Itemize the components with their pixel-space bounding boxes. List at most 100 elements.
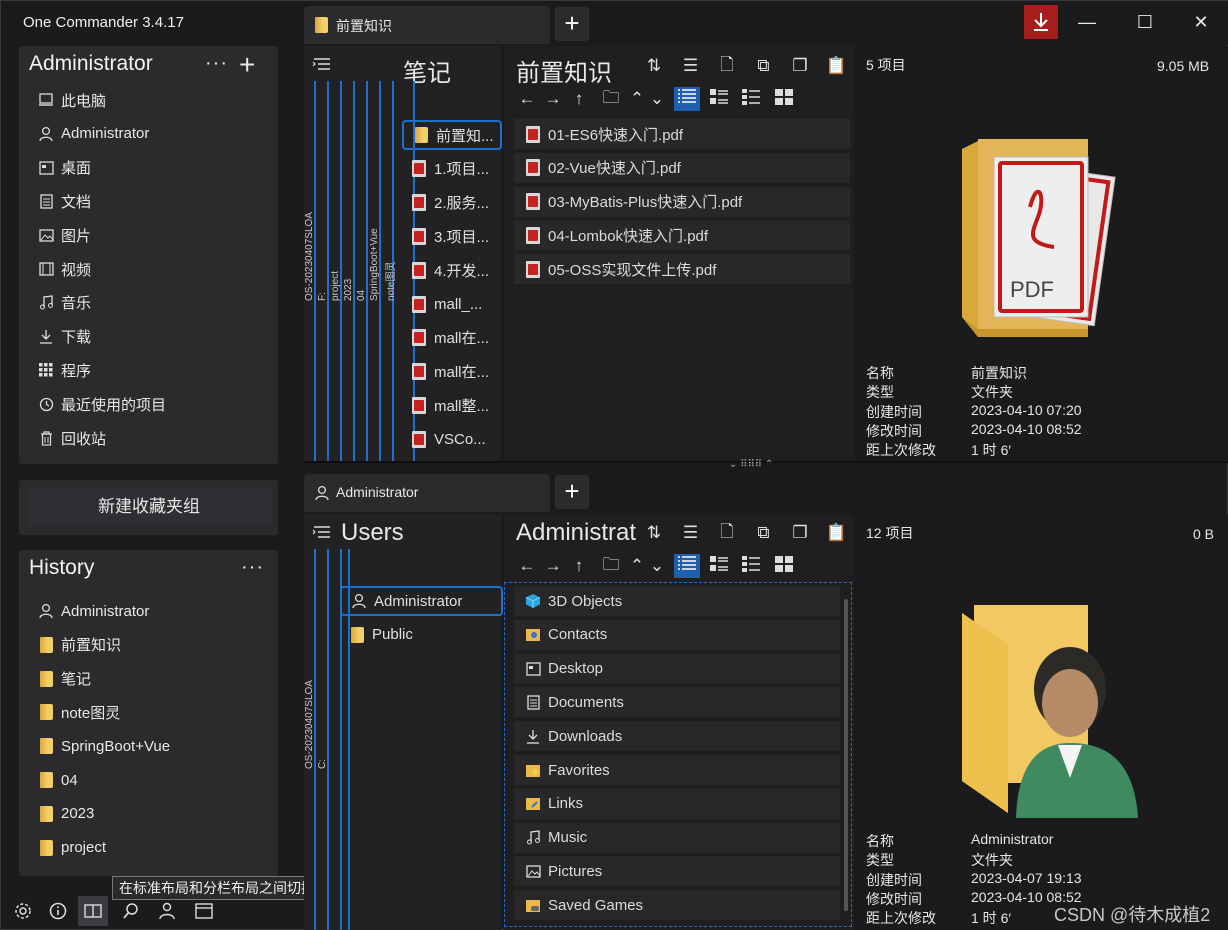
history-item[interactable]: project bbox=[37, 833, 277, 863]
parent-folder-item[interactable]: mall整... bbox=[402, 390, 502, 420]
history-item[interactable]: Administrator bbox=[37, 596, 277, 626]
sort-button[interactable]: ⇅ bbox=[642, 521, 666, 545]
favorite-item[interactable]: Administrator bbox=[37, 119, 277, 149]
history-item[interactable]: 04 bbox=[37, 765, 277, 795]
copy-button[interactable]: ❐ bbox=[788, 54, 812, 78]
parent-folder-item[interactable]: 2.服务... bbox=[402, 188, 502, 218]
back-button[interactable]: ← bbox=[515, 87, 539, 111]
layout-toggle-button[interactable] bbox=[78, 896, 108, 926]
view-details-button[interactable] bbox=[706, 554, 732, 578]
favorite-item[interactable]: 此电脑 bbox=[37, 85, 277, 115]
view-icons-button[interactable] bbox=[771, 554, 797, 578]
parent-folder-item[interactable]: mall在... bbox=[402, 357, 502, 387]
splitter-grip-icon[interactable]: ⌄ ⠿⠿⠿ ⌃ bbox=[729, 459, 773, 470]
new-window-button[interactable]: ⧉ bbox=[752, 54, 776, 78]
breadcrumb-line[interactable] bbox=[366, 81, 368, 461]
collapse-button[interactable]: ⌄ bbox=[645, 554, 669, 578]
tab-bottom-pane[interactable]: Administrator bbox=[304, 474, 550, 512]
breadcrumb-segment[interactable]: SpringBoot+Vue bbox=[369, 228, 380, 301]
back-button[interactable]: ← bbox=[515, 554, 539, 578]
parent-folder-item[interactable]: 1.项目... bbox=[402, 154, 502, 184]
paste-button[interactable]: 📋 bbox=[825, 54, 849, 78]
bottom-current-header[interactable]: Administrat bbox=[516, 519, 638, 547]
view-icons-button[interactable] bbox=[771, 87, 797, 111]
favorite-item[interactable]: 图片 bbox=[37, 220, 277, 250]
new-file-button[interactable]: 🗋 bbox=[715, 54, 739, 78]
download-update-button[interactable] bbox=[1024, 5, 1058, 39]
breadcrumb-segment[interactable]: project bbox=[330, 271, 341, 301]
minimize-button[interactable]: — bbox=[1067, 7, 1107, 37]
copy-button[interactable]: ❐ bbox=[788, 521, 812, 545]
view-tiles-button[interactable] bbox=[738, 554, 764, 578]
file-row[interactable]: 02-Vue快速入门.pdf bbox=[514, 152, 850, 183]
new-window-button[interactable]: ⧉ bbox=[752, 521, 776, 545]
favorites-add-button[interactable]: + bbox=[239, 51, 255, 79]
favorite-item[interactable]: 下载 bbox=[37, 322, 277, 352]
breadcrumb-line[interactable] bbox=[327, 81, 329, 461]
view-details-button[interactable] bbox=[706, 87, 732, 111]
close-button[interactable]: ✕ bbox=[1181, 7, 1221, 37]
file-row[interactable]: Documents bbox=[514, 687, 840, 718]
view-list-button[interactable] bbox=[674, 87, 700, 111]
add-tab-button[interactable]: + bbox=[555, 7, 589, 41]
parent-folder-item[interactable]: mall_... bbox=[402, 289, 502, 319]
favorite-item[interactable]: 音乐 bbox=[37, 288, 277, 318]
file-row[interactable]: Downloads bbox=[514, 721, 840, 752]
add-tab-button-bottom[interactable]: + bbox=[555, 475, 589, 509]
breadcrumb-segment[interactable]: C: bbox=[317, 759, 328, 769]
file-row[interactable]: 03-MyBatis-Plus快速入门.pdf bbox=[514, 186, 850, 217]
parent-folder-item[interactable]: 4.开发... bbox=[402, 255, 502, 285]
favorite-item[interactable]: 程序 bbox=[37, 355, 277, 385]
tab-top-pane[interactable]: 前置知识 bbox=[304, 6, 550, 44]
breadcrumb-segment[interactable]: F: bbox=[317, 292, 328, 301]
favorite-item[interactable]: 回收站 bbox=[37, 423, 277, 453]
parent-folder-item[interactable]: 3.项目... bbox=[402, 221, 502, 251]
details-button[interactable]: ☰ bbox=[679, 54, 703, 78]
sort-button[interactable]: ⇅ bbox=[642, 54, 666, 78]
forward-button[interactable]: → bbox=[541, 554, 565, 578]
collapse-button[interactable]: ⌄ bbox=[645, 87, 669, 111]
top-parent-header[interactable]: 笔记 bbox=[403, 53, 451, 88]
favorite-item[interactable]: 桌面 bbox=[37, 153, 277, 183]
history-item[interactable]: 笔记 bbox=[37, 664, 277, 694]
parent-folder-item[interactable]: VSCo... bbox=[402, 424, 502, 454]
paste-button[interactable]: 📋 bbox=[825, 521, 849, 545]
parent-folder-item[interactable]: 前置知... bbox=[402, 120, 502, 150]
file-row[interactable]: Contacts bbox=[514, 619, 840, 650]
new-folder-button[interactable]: 🗀 bbox=[599, 87, 623, 111]
user-tool-button[interactable] bbox=[152, 896, 182, 926]
breadcrumb-line[interactable] bbox=[353, 81, 355, 461]
favorites-more-button[interactable]: ··· bbox=[205, 52, 228, 75]
top-current-header[interactable]: 前置知识 bbox=[516, 53, 612, 88]
parent-folder-item[interactable]: mall在... bbox=[402, 323, 502, 353]
file-row[interactable]: 3D Objects bbox=[514, 586, 840, 616]
favorite-item[interactable]: 最近使用的项目 bbox=[37, 389, 277, 419]
history-item[interactable]: 前置知识 bbox=[37, 630, 277, 660]
file-row[interactable]: Music bbox=[514, 822, 840, 853]
file-row[interactable]: 01-ES6快速入门.pdf bbox=[514, 119, 850, 149]
new-folder-button[interactable]: 🗀 bbox=[599, 554, 623, 578]
details-button[interactable]: ☰ bbox=[679, 521, 703, 545]
breadcrumb-segment[interactable]: 2023 bbox=[343, 279, 354, 301]
favorite-item[interactable]: 视频 bbox=[37, 254, 277, 284]
up-button[interactable]: ↑ bbox=[567, 554, 591, 578]
about-button[interactable] bbox=[43, 896, 73, 926]
breadcrumb-line[interactable] bbox=[327, 549, 329, 930]
file-row[interactable]: Favorites bbox=[514, 755, 840, 785]
up-button[interactable]: ↑ bbox=[567, 87, 591, 111]
breadcrumb-segment[interactable]: OS-20230407SLOA bbox=[304, 680, 315, 769]
history-more-button[interactable]: ··· bbox=[241, 556, 264, 579]
view-list-button[interactable] bbox=[674, 554, 700, 578]
file-row[interactable]: Saved Games bbox=[514, 890, 840, 921]
file-row[interactable]: 04-Lombok快速入门.pdf bbox=[514, 220, 850, 251]
view-tiles-button[interactable] bbox=[738, 87, 764, 111]
file-row[interactable]: Pictures bbox=[514, 856, 840, 887]
parent-folder-item[interactable]: Public bbox=[340, 620, 503, 650]
favorite-item[interactable]: 文档 bbox=[37, 186, 277, 216]
breadcrumb-segment[interactable]: OS-20230407SLOA bbox=[304, 212, 315, 301]
new-file-button[interactable]: 🗋 bbox=[715, 521, 739, 545]
new-favorites-group-button[interactable]: 新建收藏夹组 bbox=[27, 488, 271, 526]
history-item[interactable]: SpringBoot+Vue bbox=[37, 731, 277, 761]
file-row[interactable]: 05-OSS实现文件上传.pdf bbox=[514, 254, 850, 285]
bottom-scrollbar[interactable] bbox=[844, 599, 848, 911]
